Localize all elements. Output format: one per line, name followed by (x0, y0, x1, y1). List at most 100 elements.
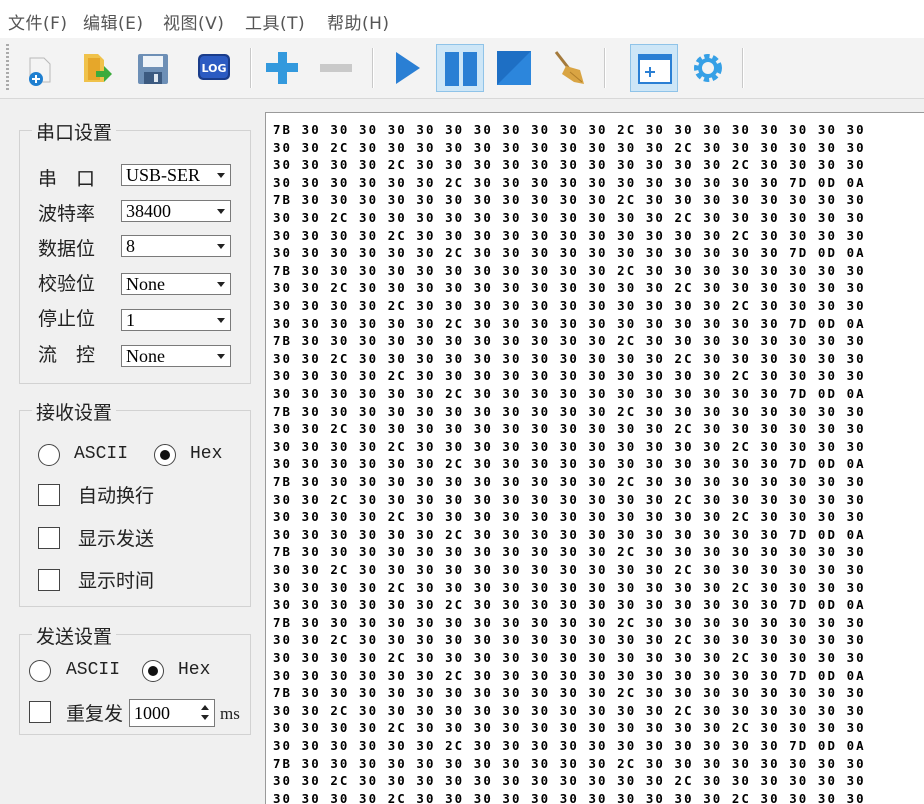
parity-select[interactable]: None (121, 273, 231, 295)
data-line: 30 30 2C 30 30 30 30 30 30 30 30 30 30 3… (273, 280, 866, 296)
autowrap-label: 自动换行 (78, 485, 155, 507)
receive-hex-label: Hex (190, 444, 223, 464)
save-button[interactable] (128, 44, 176, 92)
databits-label: 数据位 (38, 238, 96, 260)
interval-unit: ms (220, 704, 240, 723)
serial-settings-title: 串口设置 (32, 118, 117, 145)
baud-label: 波特率 (38, 203, 96, 225)
data-line: 30 30 30 30 30 30 2C 30 30 30 30 30 30 3… (273, 315, 866, 331)
data-line: 30 30 30 30 2C 30 30 30 30 30 30 30 30 3… (273, 157, 866, 173)
data-line: 30 30 30 30 30 30 2C 30 30 30 30 30 30 3… (273, 456, 866, 472)
data-line: 30 30 30 30 2C 30 30 30 30 30 30 30 30 3… (273, 579, 866, 595)
receive-settings-title: 接收设置 (32, 398, 117, 425)
data-line: 7B 30 30 30 30 30 30 30 30 30 30 30 2C 3… (273, 122, 866, 137)
data-line: 30 30 2C 30 30 30 30 30 30 30 30 30 30 3… (273, 210, 866, 225)
new-file-icon (29, 57, 51, 86)
log-icon: LOG (198, 54, 230, 80)
data-line: 7B 30 30 30 30 30 30 30 30 30 30 30 2C 3… (273, 544, 866, 560)
window-add-icon (638, 54, 672, 84)
show-send-checkbox[interactable] (38, 527, 60, 549)
open-button[interactable] (72, 44, 120, 92)
stop-button[interactable] (490, 44, 538, 92)
port-select[interactable]: USB-SER (121, 164, 231, 186)
menu-bar: 文件(F) 编辑(E) 视图(V) 工具(T) 帮助(H) (0, 0, 924, 38)
log-button[interactable]: LOG (190, 44, 238, 92)
data-line: 30 30 30 30 2C 30 30 30 30 30 30 30 30 3… (273, 298, 866, 313)
send-ascii-radio[interactable] (29, 660, 51, 682)
menu-edit[interactable]: 编辑(E) (83, 9, 144, 34)
stepper-down-icon[interactable] (201, 715, 209, 720)
receive-hex-radio[interactable] (154, 444, 176, 466)
stop-icon (497, 51, 531, 85)
pause-button[interactable] (436, 44, 484, 92)
show-send-label: 显示发送 (78, 528, 155, 550)
chevron-down-icon (217, 318, 225, 323)
stepper-buttons[interactable] (198, 702, 212, 724)
data-line: 30 30 30 30 2C 30 30 30 30 30 30 30 30 3… (273, 650, 866, 665)
data-line: 30 30 30 30 2C 30 30 30 30 30 30 30 30 3… (273, 720, 866, 736)
data-line: 30 30 30 30 2C 30 30 30 30 30 30 30 30 3… (273, 790, 866, 804)
stepper-up-icon[interactable] (201, 705, 209, 710)
databits-select[interactable]: 8 (121, 235, 231, 257)
receive-data-view[interactable]: 7B 30 30 30 30 30 30 30 30 30 30 30 2C 3… (265, 112, 924, 804)
new-file-button[interactable] (16, 44, 64, 92)
chevron-down-icon (217, 244, 225, 249)
data-line: 30 30 2C 30 30 30 30 30 30 30 30 30 30 3… (273, 491, 866, 507)
receive-ascii-label: ASCII (74, 444, 129, 464)
data-line: 30 30 30 30 2C 30 30 30 30 30 30 30 30 3… (273, 509, 866, 525)
settings-gear-icon (694, 54, 722, 82)
data-line: 30 30 2C 30 30 30 30 30 30 30 30 30 30 3… (273, 702, 866, 718)
repeat-send-label: 重复发 (66, 703, 124, 725)
flow-select[interactable]: None (121, 345, 231, 367)
menu-tools[interactable]: 工具(T) (245, 9, 305, 34)
send-hex-radio[interactable] (142, 660, 164, 682)
pause-icon (445, 52, 477, 86)
chevron-down-icon (217, 282, 225, 287)
new-window-button[interactable] (630, 44, 678, 92)
receive-ascii-radio[interactable] (38, 444, 60, 466)
data-line: 30 30 30 30 30 30 2C 30 30 30 30 30 30 3… (273, 738, 866, 753)
data-line: 30 30 2C 30 30 30 30 30 30 30 30 30 30 3… (273, 632, 866, 648)
data-line: 30 30 2C 30 30 30 30 30 30 30 30 30 30 3… (273, 773, 866, 789)
data-line: 30 30 2C 30 30 30 30 30 30 30 30 30 30 3… (273, 139, 866, 155)
repeat-interval-stepper[interactable]: 1000 (129, 699, 215, 727)
menu-view[interactable]: 视图(V) (163, 9, 224, 34)
data-line: 7B 30 30 30 30 30 30 30 30 30 30 30 2C 3… (273, 192, 866, 208)
autowrap-checkbox[interactable] (38, 484, 60, 506)
menu-help[interactable]: 帮助(H) (327, 9, 390, 34)
data-line: 30 30 2C 30 30 30 30 30 30 30 30 30 30 3… (273, 562, 866, 577)
parity-label: 校验位 (38, 273, 96, 295)
data-line: 7B 30 30 30 30 30 30 30 30 30 30 30 2C 3… (273, 333, 866, 349)
data-line: 30 30 30 30 2C 30 30 30 30 30 30 30 30 3… (273, 368, 866, 384)
show-time-label: 显示时间 (78, 570, 155, 592)
add-button[interactable] (258, 44, 306, 92)
clear-button[interactable] (544, 44, 592, 92)
data-line: 7B 30 30 30 30 30 30 30 30 30 30 30 2C 3… (273, 755, 866, 771)
data-line: 30 30 30 30 30 30 2C 30 30 30 30 30 30 3… (273, 667, 866, 683)
send-hex-label: Hex (178, 660, 211, 680)
chevron-down-icon (217, 354, 225, 359)
open-folder-icon (84, 54, 112, 82)
stopbits-select[interactable]: 1 (121, 309, 231, 331)
stopbits-label: 停止位 (38, 308, 96, 330)
baud-select[interactable]: 38400 (121, 200, 231, 222)
data-line: 30 30 30 30 30 30 2C 30 30 30 30 30 30 3… (273, 526, 866, 542)
send-settings-title: 发送设置 (32, 622, 117, 649)
toolbar-separator (604, 48, 606, 88)
start-button[interactable] (382, 44, 430, 92)
data-line: 7B 30 30 30 30 30 30 30 30 30 30 30 2C 3… (273, 262, 866, 278)
toolbar: LOG (0, 38, 924, 99)
repeat-send-checkbox[interactable] (29, 701, 51, 723)
toolbar-separator (372, 48, 374, 88)
send-ascii-label: ASCII (66, 660, 121, 680)
settings-button[interactable] (684, 44, 732, 92)
remove-button[interactable] (312, 44, 360, 92)
show-time-checkbox[interactable] (38, 569, 60, 591)
toolbar-grip[interactable] (6, 44, 9, 90)
chevron-down-icon (217, 209, 225, 214)
data-line: 7B 30 30 30 30 30 30 30 30 30 30 30 2C 3… (273, 614, 866, 630)
menu-file[interactable]: 文件(F) (8, 9, 68, 34)
plus-icon (266, 52, 298, 84)
toolbar-separator (742, 48, 744, 88)
data-line: 7B 30 30 30 30 30 30 30 30 30 30 30 2C 3… (273, 403, 866, 419)
